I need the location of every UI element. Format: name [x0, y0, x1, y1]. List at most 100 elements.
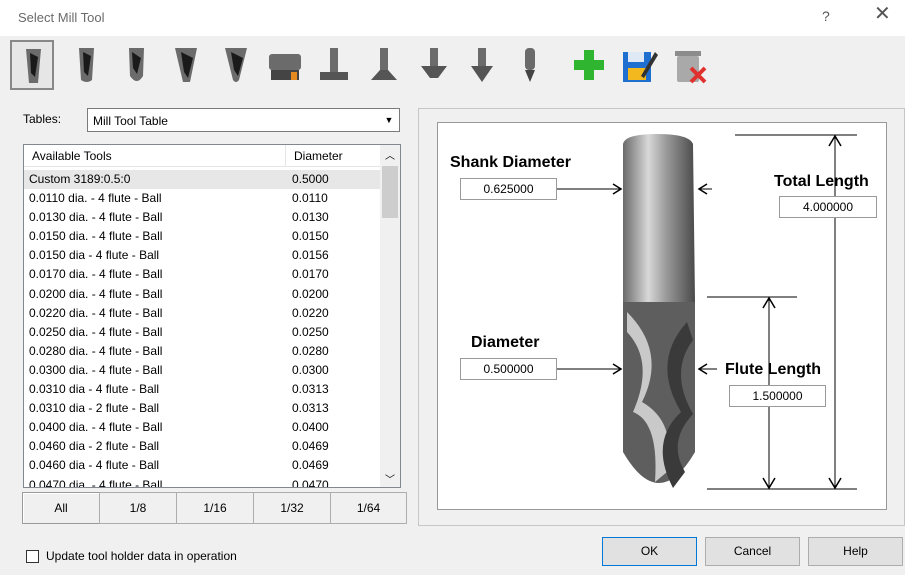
- tool-name-cell: 0.0150 dia. - 4 flute - Ball: [29, 229, 163, 244]
- flute-length-field[interactable]: 1.500000: [729, 385, 826, 407]
- scroll-up-icon[interactable]: ︿: [380, 147, 400, 162]
- total-length-field[interactable]: 4.000000: [779, 196, 877, 218]
- table-row[interactable]: 0.0250 dia. - 4 flute - Ball 0.0250: [24, 323, 380, 342]
- window-title: Select Mill Tool: [18, 10, 105, 25]
- tool-name-cell: 0.0170 dia. - 4 flute - Ball: [29, 267, 163, 282]
- tool-name-cell: 0.0310 dia - 2 flute - Ball: [29, 401, 160, 416]
- available-tools-list[interactable]: Available Tools Diameter Custom 3189:0.5…: [23, 144, 401, 488]
- tables-combo[interactable]: Mill Tool Table ▼: [87, 108, 400, 132]
- undercut-cutter-icon: [421, 48, 447, 78]
- table-row[interactable]: 0.0460 dia - 4 flute - Ball 0.0469: [24, 456, 380, 475]
- table-row[interactable]: 0.0300 dia. - 4 flute - Ball 0.0300: [24, 361, 380, 380]
- tool-diameter-cell: 0.0400: [292, 420, 329, 435]
- engraving-tool-button[interactable]: [508, 40, 552, 90]
- help-title-button[interactable]: ?: [822, 8, 830, 24]
- table-row[interactable]: 0.0310 dia - 2 flute - Ball 0.0313: [24, 399, 380, 418]
- column-header-diameter[interactable]: Diameter: [287, 145, 380, 167]
- tool-name-cell: 0.0200 dia. - 4 flute - Ball: [29, 286, 163, 301]
- filter-tab-1-16[interactable]: 1/16: [176, 492, 254, 524]
- diameter-field[interactable]: 0.500000: [460, 358, 557, 380]
- diameter-label: Diameter: [471, 334, 540, 351]
- tool-shank: [623, 134, 695, 302]
- tool-name-cell: 0.0110 dia. - 4 flute - Ball: [29, 191, 162, 206]
- tool-diameter-cell: 0.0156: [292, 248, 329, 263]
- face-mill-icon: [269, 54, 301, 80]
- table-row[interactable]: 0.0220 dia. - 4 flute - Ball 0.0220: [24, 304, 380, 323]
- taper-ball-endmill-button[interactable]: [214, 40, 258, 90]
- tables-combo-value: Mill Tool Table: [93, 114, 168, 128]
- taper-endmill-button[interactable]: [164, 40, 208, 90]
- ok-button[interactable]: OK: [602, 537, 697, 566]
- flat-endmill-icon: [26, 49, 41, 83]
- tool-diameter-cell: 0.0150: [292, 229, 329, 244]
- undercut-cutter-button[interactable]: [412, 40, 456, 90]
- dovetail-cutter-button[interactable]: [362, 40, 406, 90]
- table-row[interactable]: 0.0170 dia. - 4 flute - Ball 0.0170: [24, 265, 380, 284]
- shank-diameter-field[interactable]: 0.625000: [460, 178, 557, 200]
- table-row[interactable]: 0.0310 dia - 4 flute - Ball 0.0313: [24, 380, 380, 399]
- tool-diameter-cell: 0.5000: [292, 172, 329, 186]
- table-row[interactable]: 0.0130 dia. - 4 flute - Ball 0.0130: [24, 208, 380, 227]
- tool-name-cell: 0.0300 dia. - 4 flute - Ball: [29, 362, 163, 377]
- table-row[interactable]: 0.0150 dia - 4 flute - Ball 0.0156: [24, 246, 380, 265]
- tool-diameter-cell: 0.0110: [292, 191, 328, 206]
- filter-tab-1-32[interactable]: 1/32: [253, 492, 331, 524]
- total-length-label: Total Length: [774, 173, 869, 190]
- update-holder-label[interactable]: Update tool holder data in operation: [46, 549, 237, 563]
- table-row[interactable]: 0.0200 dia. - 4 flute - Ball 0.0200: [24, 285, 380, 304]
- face-mill-button[interactable]: [262, 40, 306, 90]
- add-tool-button[interactable]: [566, 40, 610, 90]
- edit-tool-button[interactable]: [616, 40, 660, 90]
- ball-endmill-icon: [129, 48, 144, 81]
- taper-endmill-icon: [175, 48, 197, 82]
- title-bar: Select Mill Tool ? ✕: [0, 0, 905, 36]
- tool-diameter-cell: 0.0470: [292, 477, 329, 488]
- scroll-down-icon[interactable]: ﹀: [380, 471, 400, 486]
- bull-endmill-button[interactable]: [64, 40, 108, 90]
- update-holder-checkbox[interactable]: [26, 550, 39, 563]
- tool-type-toolbar: [8, 40, 728, 92]
- dovetail-cutter-icon: [371, 48, 397, 80]
- tool-name-cell: 0.0460 dia - 4 flute - Ball: [29, 458, 160, 473]
- tool-diameter-cell: 0.0250: [292, 324, 329, 339]
- scroll-thumb[interactable]: [382, 166, 398, 218]
- table-row[interactable]: 0.0150 dia. - 4 flute - Ball 0.0150: [24, 227, 380, 246]
- column-header-available-tools[interactable]: Available Tools: [24, 145, 286, 167]
- filter-tab-all[interactable]: All: [22, 492, 100, 524]
- tool-diameter-cell: 0.0300: [292, 362, 329, 377]
- table-row[interactable]: 0.0280 dia. - 4 flute - Ball 0.0280: [24, 342, 380, 361]
- list-scrollbar[interactable]: ︿ ﹀: [380, 145, 400, 487]
- tool-name-cell: 0.0400 dia. - 4 flute - Ball: [29, 420, 163, 435]
- tool-name-cell: 0.0280 dia. - 4 flute - Ball: [29, 343, 163, 358]
- tool-diameter-cell: 0.0170: [292, 267, 329, 282]
- flat-endmill-button[interactable]: [10, 40, 54, 90]
- flute-length-label: Flute Length: [725, 361, 821, 378]
- tool-diameter-cell: 0.0313: [292, 401, 329, 416]
- delete-tool-button[interactable]: [666, 40, 710, 90]
- chamfer-tool-icon: [471, 48, 493, 82]
- t-slot-cutter-button[interactable]: [312, 40, 356, 90]
- help-button[interactable]: Help: [808, 537, 903, 566]
- engraving-tool-icon: [525, 48, 535, 82]
- tool-diameter-cell: 0.0469: [292, 458, 329, 473]
- t-slot-cutter-icon: [320, 48, 348, 80]
- table-row[interactable]: 0.0460 dia - 2 flute - Ball 0.0469: [24, 437, 380, 456]
- chevron-down-icon[interactable]: ▼: [379, 109, 399, 131]
- chamfer-tool-button[interactable]: [460, 40, 504, 90]
- list-header: Available Tools Diameter: [24, 145, 380, 167]
- table-row[interactable]: 0.0400 dia. - 4 flute - Ball 0.0400: [24, 418, 380, 437]
- ball-endmill-button[interactable]: [114, 40, 158, 90]
- add-tool-icon: [574, 50, 604, 80]
- taper-ball-endmill-icon: [225, 48, 247, 82]
- tool-rows: Custom 3189:0.5:0 0.5000 0.0110 dia. - 4 f…: [24, 170, 380, 488]
- tool-name-cell: 0.0150 dia - 4 flute - Ball: [29, 248, 160, 263]
- table-row[interactable]: Custom 3189:0.5:0 0.5000: [24, 170, 380, 190]
- close-icon[interactable]: ✕: [874, 4, 891, 24]
- table-row[interactable]: 0.0110 dia. - 4 flute - Ball 0.0110: [24, 189, 380, 208]
- filter-tab-1-8[interactable]: 1/8: [99, 492, 177, 524]
- shank-diameter-label: Shank Diameter: [450, 154, 571, 171]
- cancel-button[interactable]: Cancel: [705, 537, 800, 566]
- filter-tab-1-64[interactable]: 1/64: [330, 492, 407, 524]
- tool-name-cell: 0.0130 dia. - 4 flute - Ball: [29, 210, 163, 225]
- table-row[interactable]: 0.0470 dia. - 4 flute - Ball 0.0470: [24, 476, 380, 488]
